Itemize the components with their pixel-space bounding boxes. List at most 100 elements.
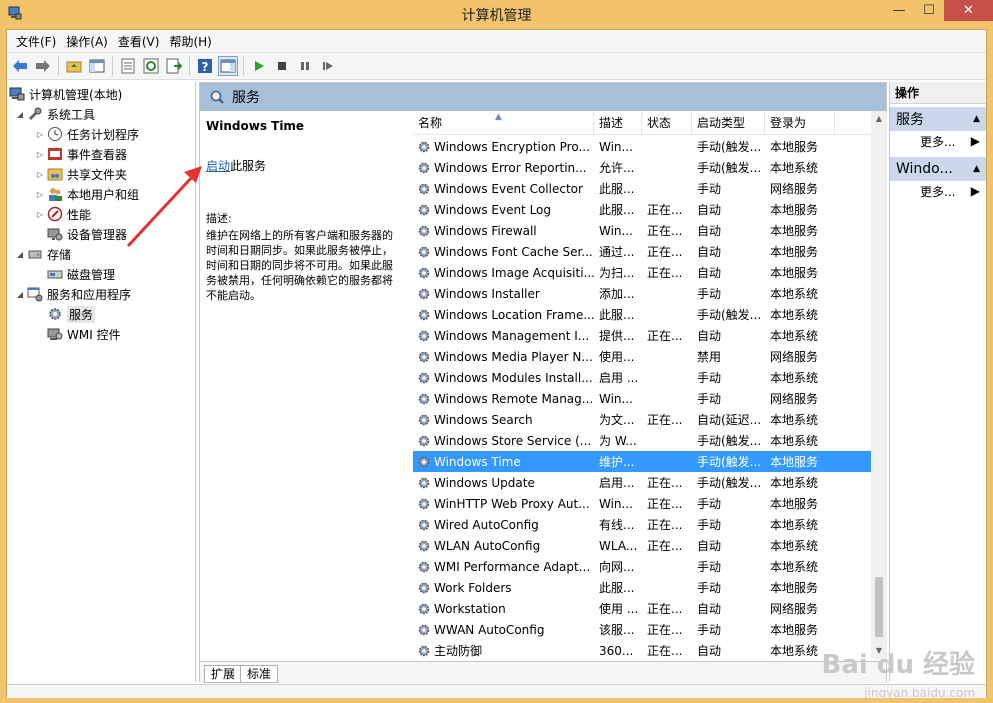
service-row[interactable]: WMI Performance Adapt... 向网... 手动 本地系统 (413, 556, 871, 577)
actions-group-windows-time[interactable]: Windo... ▲ (890, 157, 986, 181)
service-row[interactable]: Windows Installer 添加... 手动 本地系统 (413, 283, 871, 304)
watermark-url: jingyan.baidu.com (864, 686, 975, 700)
actions-group-services[interactable]: 服务 ▲ (890, 107, 986, 131)
tree-item-services-apps[interactable]: ◢ 服务和应用程序 (15, 284, 131, 304)
tree-item-label: 性能 (67, 207, 92, 222)
scroll-up-icon[interactable]: ▲ (871, 111, 887, 127)
tree-item-storage[interactable]: ◢ 存储 (15, 244, 71, 264)
tree-item-event-viewer[interactable]: ▷ 事件查看器 (35, 144, 127, 164)
tree-item-disk-management[interactable]: 磁盘管理 (47, 264, 115, 284)
service-startup-cell: 自动 (697, 602, 722, 616)
tree-item-system-tools[interactable]: ◢ 系统工具 (15, 104, 95, 124)
expanded-arrow-icon[interactable]: ◢ (15, 110, 25, 119)
maximize-button[interactable]: ☐ (914, 0, 944, 21)
properties-button[interactable] (118, 56, 138, 76)
tree-item-services[interactable]: 服务 (47, 304, 96, 324)
tree-item-shared-folders[interactable]: ▷ 共享文件夹 (35, 164, 127, 184)
service-row[interactable]: Windows Firewall Win... 正在... 自动 本地服务 (413, 220, 871, 241)
cell-text: Windows Event Log (434, 202, 552, 217)
service-row[interactable]: Windows Image Acquisiti... 为扫... 正在... 自动 本地… (413, 262, 871, 283)
column-startup-type[interactable]: 启动类型 (692, 111, 765, 135)
service-row[interactable]: Windows Error Reportin... 允许... 手动(触发... 本地… (413, 157, 871, 178)
service-row[interactable]: Windows Store Service (... 为 W... 手动(触发...… (413, 430, 871, 451)
show-action-pane-button[interactable] (218, 56, 238, 76)
tab-extended[interactable]: 扩展 (204, 665, 243, 683)
search-icon (210, 90, 224, 104)
tree-item-local-users[interactable]: ▷ 本地用户和组 (35, 184, 139, 204)
service-row[interactable]: Windows Encryption Pro... Win... 手动(触发... 本… (413, 136, 871, 157)
restart-service-button[interactable] (318, 56, 338, 76)
column-description[interactable]: 描述 (594, 111, 642, 135)
service-status-cell: 正在... (647, 329, 683, 343)
column-name[interactable]: ▲ 名称 (413, 111, 594, 135)
tab-standard[interactable]: 标准 (240, 665, 279, 683)
close-button[interactable]: ✕ (944, 0, 993, 21)
tree-item-label: 存储 (47, 247, 72, 262)
show-hide-tree-button[interactable] (87, 56, 107, 76)
service-row[interactable]: Work Folders 此服... 手动 本地服务 (413, 577, 871, 598)
tree-item-device-manager[interactable]: 设备管理器 (47, 224, 127, 244)
service-desc-cell: 通过... (599, 245, 635, 259)
service-row[interactable]: Wired AutoConfig 有线... 正在... 手动 本地系统 (413, 514, 871, 535)
more-actions-services[interactable]: 更多... ▶ (890, 131, 986, 151)
up-folder-button[interactable] (64, 56, 84, 76)
tree-item-wmi[interactable]: WMI 控件 (47, 324, 121, 344)
export-list-button[interactable] (164, 56, 184, 76)
expanded-arrow-icon[interactable]: ◢ (15, 250, 25, 259)
tree-item-performance[interactable]: ▷ 性能 (35, 204, 91, 224)
pause-service-button[interactable] (295, 56, 315, 76)
service-row[interactable]: 主动防御 360... 正在... 自动 本地系统 (413, 640, 871, 659)
service-row[interactable]: Windows Event Collector 此服... 手动 网络服务 (413, 178, 871, 199)
collapsed-arrow-icon[interactable]: ▷ (35, 170, 45, 179)
forward-button[interactable] (33, 56, 53, 76)
menu-file[interactable]: 文件(F) (11, 33, 61, 50)
help-button[interactable]: ? (195, 56, 215, 76)
service-name-cell: Windows Update (413, 476, 594, 490)
service-startup-cell: 手动 (697, 623, 722, 637)
service-startup-cell: 手动(触发... (697, 308, 762, 322)
refresh-button[interactable] (141, 56, 161, 76)
service-name-cell: Windows Encryption Pro... (413, 140, 594, 154)
collapsed-arrow-icon[interactable]: ▷ (35, 130, 45, 139)
stop-service-button[interactable] (272, 56, 292, 76)
service-desc-cell: 允许... (599, 161, 635, 175)
service-row[interactable]: Windows Modules Install... 启用 ... 手动 本地系统 (413, 367, 871, 388)
tree-item-task-scheduler[interactable]: ▷ 任务计划程序 (35, 124, 139, 144)
service-row[interactable]: Workstation 使用 ... 正在... 自动 网络服务 (413, 598, 871, 619)
column-status[interactable]: 状态 (642, 111, 692, 135)
service-row[interactable]: Windows Remote Manag... Win... 手动 网络服务 (413, 388, 871, 409)
collapsed-arrow-icon[interactable]: ▷ (35, 150, 45, 159)
service-row[interactable]: WWAN AutoConfig 该服... 正在... 手动 本地服务 (413, 619, 871, 640)
menu-action[interactable]: 操作(A) (61, 33, 113, 50)
menu-view[interactable]: 查看(V) (113, 33, 165, 50)
service-row[interactable]: Windows Font Cache Ser... 通过... 正在... 自动 本地服… (413, 241, 871, 262)
service-row[interactable]: Windows Management I... 提供... 正在... 自动 本地系统 (413, 325, 871, 346)
back-button[interactable] (10, 56, 30, 76)
collapse-icon[interactable]: ▲ (973, 164, 980, 174)
start-service-link[interactable]: 启动 (206, 159, 230, 173)
service-row[interactable]: Windows Location Frame... 此服... 手动(触发... 本地… (413, 304, 871, 325)
service-row[interactable]: Windows Time 维护... 手动(触发... 本地服务 (413, 451, 871, 472)
menu-help[interactable]: 帮助(H) (164, 33, 216, 50)
tree-item-root[interactable]: 计算机管理(本地) (9, 84, 122, 104)
collapsed-arrow-icon[interactable]: ▷ (35, 210, 45, 219)
start-service-button[interactable] (249, 56, 269, 76)
window-title: 计算机管理 (461, 8, 532, 24)
service-status-cell: 正在... (647, 497, 683, 511)
more-actions-windows-time[interactable]: 更多... ▶ (890, 181, 986, 201)
collapsed-arrow-icon[interactable]: ▷ (35, 190, 45, 199)
toolbar-separator (189, 56, 190, 76)
scroll-thumb[interactable] (875, 577, 883, 637)
service-row[interactable]: Windows Media Player N... 使用... 禁用 网络服务 (413, 346, 871, 367)
vertical-scrollbar[interactable]: ▲ ▼ (871, 111, 887, 659)
expanded-arrow-icon[interactable]: ◢ (15, 290, 25, 299)
service-row[interactable]: Windows Event Log 此服... 正在... 自动 本地服务 (413, 199, 871, 220)
service-row[interactable]: WinHTTP Web Proxy Aut... Win... 正在... 手动 本地服… (413, 493, 871, 514)
toolbar: ? (7, 52, 986, 80)
minimize-button[interactable]: — (884, 0, 914, 21)
service-row[interactable]: WLAN AutoConfig WLA... 正在... 自动 本地系统 (413, 535, 871, 556)
column-logon-as[interactable]: 登录为 (765, 111, 835, 135)
service-row[interactable]: Windows Search 为文... 正在... 自动(延迟... 本地系统 (413, 409, 871, 430)
service-row[interactable]: Windows Update 启用... 正在... 手动(触发... 本地系统 (413, 472, 871, 493)
collapse-icon[interactable]: ▲ (973, 114, 980, 124)
